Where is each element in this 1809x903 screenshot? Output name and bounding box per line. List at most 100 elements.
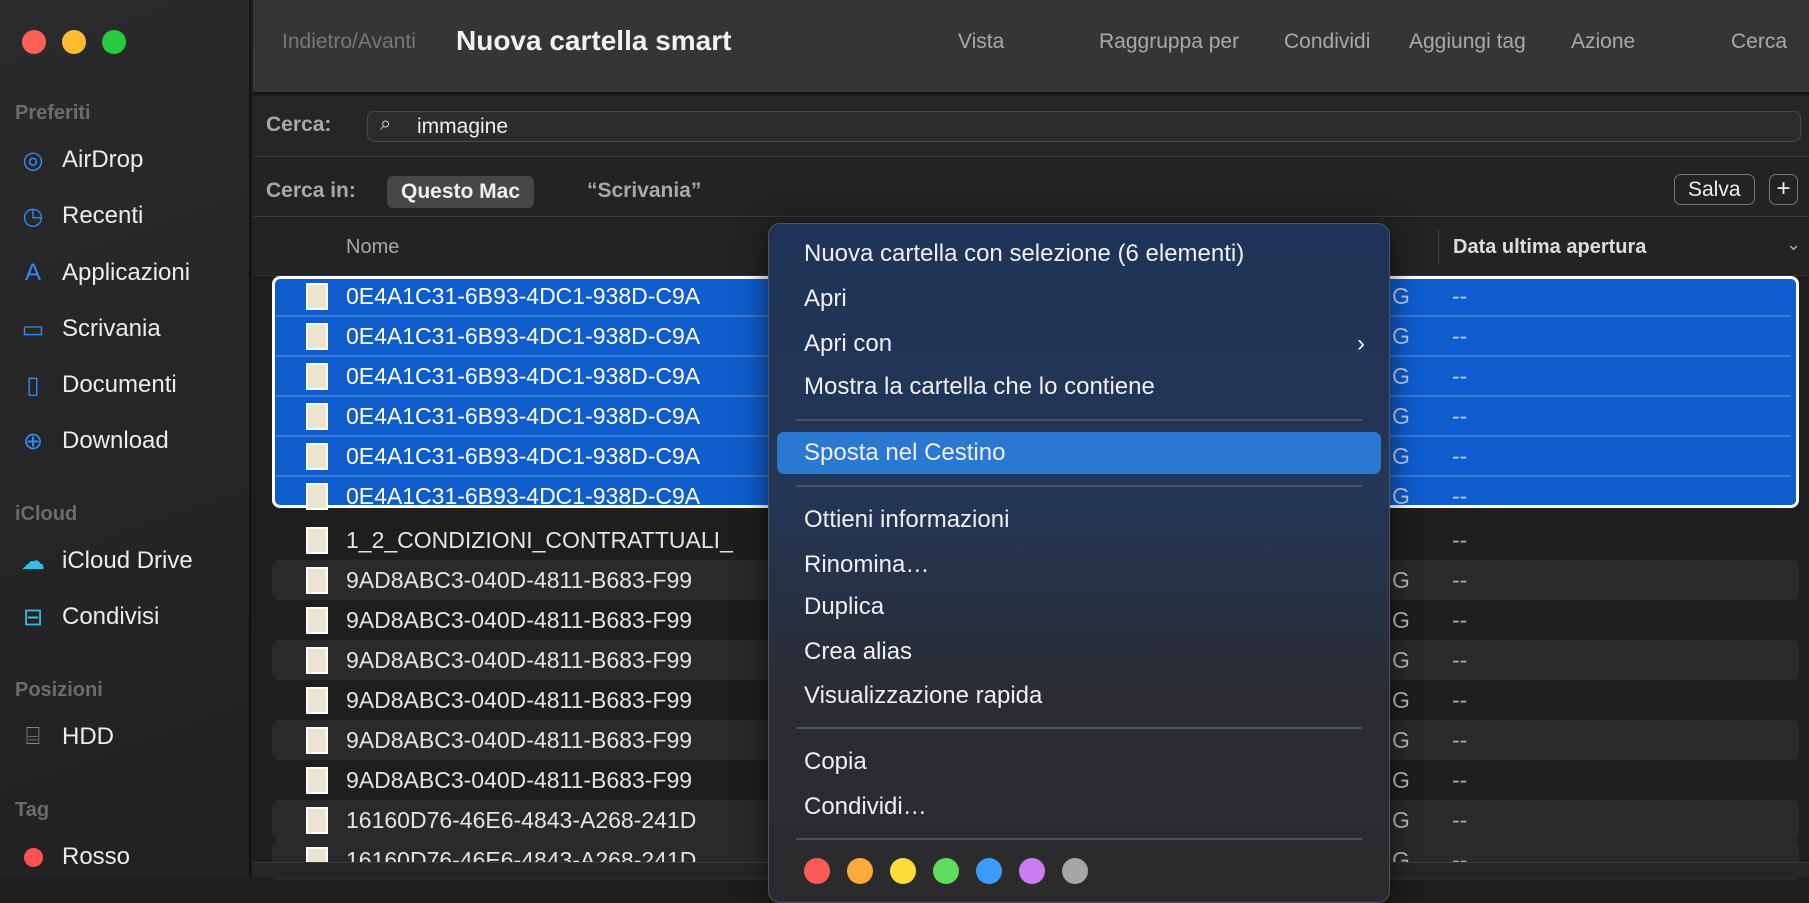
image-file-icon [306,322,328,350]
file-kind: G [1392,606,1410,633]
sidebar-label: Rosso [62,843,131,870]
menu-make-alias[interactable]: Crea alias [777,631,1381,673]
file-kind: G [1392,646,1410,673]
back-forward-button[interactable]: Indietro/Avanti [282,30,416,54]
file-kind: G [1392,686,1410,713]
section-preferiti: Preferiti [15,102,91,124]
sidebar: Preferiti ◎ AirDrop ◷ Recenti A Applicazion… [0,0,251,877]
add-criteria-button[interactable]: + [1769,174,1798,205]
minimize-window-button[interactable] [62,30,86,54]
section-posizioni: Posizioni [15,679,103,701]
tag-color-3[interactable] [933,858,959,884]
image-file-icon [306,726,328,754]
applications-icon: A [24,259,41,286]
close-window-button[interactable] [22,30,46,54]
scope-scrivania[interactable]: “Scrivania” [587,179,701,203]
file-date: -- [1452,322,1468,349]
sidebar-label: Download [62,427,169,454]
menu-separator [796,485,1362,487]
aggiungi-tag-button[interactable]: Aggiungi tag [1409,30,1526,54]
menu-share[interactable]: Condividi… [777,786,1381,828]
column-date[interactable]: Data ultima apertura [1453,236,1646,259]
sidebar-item-condivisi[interactable]: ⊟ Condivisi [18,597,159,637]
sidebar-item-hdd[interactable]: ⌸ HDD [18,717,114,757]
cloud-icon: ☁ [21,547,45,575]
file-date: -- [1452,686,1468,713]
file-kind: G [1392,566,1410,593]
tag-color-1[interactable] [847,858,873,884]
menu-copy[interactable]: Copia [777,741,1381,783]
sidebar-item-rosso[interactable]: Rosso [18,837,130,877]
cerca-button[interactable]: Cerca [1731,30,1787,54]
tag-color-2[interactable] [890,858,916,884]
menu-quick-look[interactable]: Visualizzazione rapida [777,675,1381,717]
disk-icon: ⌸ [25,723,41,750]
search-label: Cerca: [266,113,332,136]
vista-button[interactable]: Vista [958,30,1004,54]
sidebar-label: iCloud Drive [62,547,193,574]
section-tag: Tag [15,799,50,821]
desktop-icon: ▭ [21,315,45,343]
search-icon: ⌕ [380,113,392,135]
sidebar-item-scrivania[interactable]: ▭ Scrivania [18,309,161,349]
file-kind: G [1392,442,1410,469]
sidebar-label: Condivisi [62,603,160,630]
file-kind: G [1392,766,1410,793]
column-divider[interactable] [1438,230,1439,264]
tag-color-5[interactable] [1019,858,1045,884]
tag-color-0[interactable] [804,858,830,884]
sidebar-label: Applicazioni [62,259,191,286]
tag-color-6[interactable] [1062,858,1088,884]
chevron-right-icon: › [1357,330,1365,357]
sidebar-item-applicazioni[interactable]: A Applicazioni [18,253,190,293]
menu-move-to-trash[interactable]: Sposta nel Cestino [777,432,1381,474]
menu-rename[interactable]: Rinomina… [777,544,1381,586]
file-date: -- [1452,282,1468,309]
file-date: -- [1452,526,1468,553]
image-file-icon [306,606,328,634]
raggruppa-button[interactable]: Raggruppa per [1099,30,1239,54]
image-file-icon [306,646,328,674]
image-file-icon [306,282,328,310]
azione-button[interactable]: Azione [1571,30,1635,54]
tag-color-4[interactable] [976,858,1002,884]
menu-duplicate[interactable]: Duplica [777,586,1381,628]
column-name[interactable]: Nome [346,236,399,259]
toolbar: Indietro/Avanti Nuova cartella smart Vis… [253,0,1809,94]
sidebar-item-recenti[interactable]: ◷ Recenti [18,196,144,236]
menu-open-with[interactable]: Apri con › [777,323,1381,365]
menu-show-enclosing-folder[interactable]: Mostra la cartella che lo contiene [777,366,1381,408]
file-date: -- [1452,442,1468,469]
menu-new-folder-with-selection[interactable]: Nuova cartella con selezione (6 elementi… [777,233,1381,275]
scope-questo-mac[interactable]: Questo Mac [387,176,535,208]
sidebar-item-documenti[interactable]: ▯ Documenti [18,365,176,405]
condividi-button[interactable]: Condividi [1284,30,1370,54]
menu-separator [796,419,1362,421]
sidebar-item-icloud-drive[interactable]: ☁ iCloud Drive [18,541,193,581]
window-title: Nuova cartella smart [456,25,732,56]
document-icon: ▯ [26,371,40,399]
sidebar-label: HDD [62,723,114,750]
file-kind: G [1392,806,1410,833]
image-file-icon [306,442,328,470]
sidebar-item-airdrop[interactable]: ◎ AirDrop [18,140,144,180]
menu-open[interactable]: Apri [777,278,1381,320]
file-date: -- [1452,726,1468,753]
sidebar-label: Scrivania [62,315,161,342]
search-input[interactable]: ⌕ immagine [367,111,1801,142]
file-kind: G [1392,362,1410,389]
sort-chevron-icon[interactable]: ⌄ [1786,234,1801,255]
file-date: -- [1452,402,1468,429]
file-kind: G [1392,322,1410,349]
file-date: -- [1452,362,1468,389]
zoom-window-button[interactable] [102,30,126,54]
sidebar-label: Recenti [62,202,144,229]
menu-get-info[interactable]: Ottieni informazioni [777,499,1381,541]
save-button[interactable]: Salva [1674,174,1755,205]
sidebar-item-download[interactable]: ⊕ Download [18,421,169,461]
clock-icon: ◷ [22,202,44,230]
image-file-icon [306,482,328,510]
file-date: -- [1452,606,1468,633]
sidebar-label: AirDrop [62,146,144,173]
section-icloud: iCloud [15,503,78,525]
